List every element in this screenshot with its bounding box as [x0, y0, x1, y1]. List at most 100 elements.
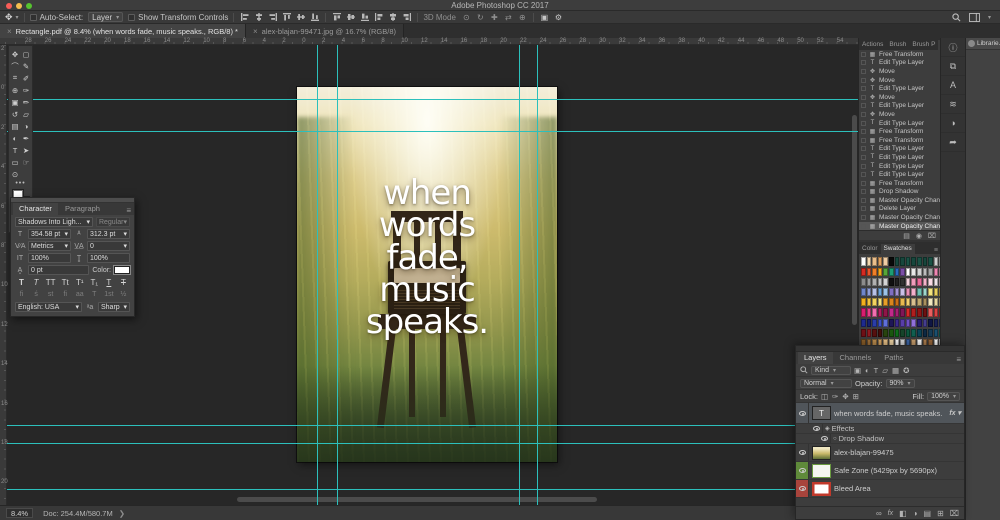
move-tool[interactable]: ✥ — [10, 48, 21, 60]
eye-cell[interactable] — [796, 444, 809, 461]
layer-filter-icon-5[interactable]: ▦ — [892, 366, 899, 375]
align-vcenter-icon[interactable] — [295, 12, 306, 22]
libraries-header[interactable]: Librarie... — [966, 38, 1000, 50]
eye-cell[interactable] — [810, 424, 823, 433]
history-source-box[interactable] — [861, 224, 866, 229]
tab-brush-p[interactable]: Brush P — [909, 40, 938, 50]
history-source-box[interactable] — [861, 129, 866, 134]
dist-bottom-icon[interactable] — [359, 12, 370, 22]
collapsed-panel-icon-3[interactable]: A — [941, 76, 965, 95]
history-step[interactable]: ▦Free Transform — [859, 136, 940, 145]
color-swatch[interactable] — [867, 288, 872, 296]
color-swatch[interactable] — [889, 288, 894, 296]
adjustment-layer-icon[interactable]: ◑ — [913, 509, 918, 518]
history-step[interactable]: ✥Move — [859, 93, 940, 102]
color-swatch[interactable] — [889, 268, 894, 276]
layer-row[interactable]: Safe Zone (5429px by 5690px) — [796, 462, 964, 480]
history-source-box[interactable] — [861, 155, 866, 160]
history-step[interactable]: TEdit Type Layer — [859, 119, 940, 128]
color-swatch[interactable] — [895, 257, 900, 265]
eye-cell[interactable] — [796, 403, 809, 423]
color-swatch[interactable] — [923, 308, 928, 316]
history-step[interactable]: ✥Move — [859, 76, 940, 85]
color-swatch[interactable] — [917, 288, 922, 296]
align-bottom-icon[interactable] — [309, 12, 320, 22]
color-swatch[interactable] — [861, 257, 866, 265]
history-source-box[interactable] — [861, 95, 866, 100]
baseline-shift-field[interactable]: 0 pt — [28, 265, 89, 275]
history-source-box[interactable] — [861, 172, 866, 177]
color-swatch[interactable] — [878, 288, 883, 296]
color-swatch[interactable] — [872, 268, 877, 276]
pencil-tool[interactable]: ✏ — [21, 96, 32, 108]
color-swatch[interactable] — [911, 257, 916, 265]
color-swatch[interactable] — [883, 268, 888, 276]
color-swatch[interactable] — [889, 329, 894, 337]
color-swatch[interactable] — [867, 329, 872, 337]
color-swatch[interactable] — [928, 319, 933, 327]
font-style-dropdown[interactable]: Regular▾ — [96, 217, 130, 227]
color-swatch[interactable] — [895, 319, 900, 327]
layer-thumbnail[interactable] — [812, 482, 831, 496]
color-swatch[interactable] — [917, 329, 922, 337]
color-swatch[interactable] — [872, 298, 877, 306]
color-swatch[interactable] — [878, 268, 883, 276]
tab-paragraph[interactable]: Paragraph — [59, 203, 106, 215]
collapsed-panel-icon-6[interactable]: ➦ — [941, 133, 965, 152]
dodge-tool[interactable]: ◐ — [10, 132, 21, 144]
color-swatch[interactable] — [928, 288, 933, 296]
color-swatch[interactable] — [928, 329, 933, 337]
guide-vertical[interactable] — [337, 45, 338, 505]
status-options-arrow[interactable]: ❯ — [119, 509, 125, 518]
color-swatch[interactable] — [867, 298, 872, 306]
color-swatch[interactable] — [878, 298, 883, 306]
color-swatch[interactable] — [917, 268, 922, 276]
horizontal-scrollbar[interactable] — [7, 497, 858, 502]
history-step[interactable]: TEdit Type Layer — [859, 162, 940, 171]
workspace-switcher-icon[interactable] — [969, 13, 980, 22]
color-swatch[interactable] — [895, 288, 900, 296]
color-swatch[interactable] — [861, 288, 866, 296]
3d-mode-icon-4[interactable]: ⇄ — [503, 12, 514, 22]
history-source-box[interactable] — [861, 112, 866, 117]
history-step[interactable]: ▦Delete Layer — [859, 205, 940, 214]
color-swatch[interactable] — [911, 308, 916, 316]
guide-horizontal[interactable] — [7, 489, 858, 490]
type-style-button-7[interactable]: T — [103, 277, 114, 287]
history-source-box[interactable] — [861, 69, 866, 74]
history-source-box[interactable] — [861, 78, 866, 83]
color-swatch[interactable] — [934, 298, 939, 306]
color-swatch[interactable] — [867, 319, 872, 327]
color-swatch[interactable] — [928, 278, 933, 286]
history-source-box[interactable] — [861, 215, 866, 220]
color-swatch[interactable] — [928, 268, 933, 276]
tab-swatches[interactable]: Swatches — [881, 244, 915, 254]
history-step[interactable]: ▦Master Opacity Change — [859, 213, 940, 222]
color-swatch[interactable] — [911, 329, 916, 337]
visibility-eye-icon[interactable] — [799, 486, 806, 491]
layer-thumbnail[interactable] — [812, 446, 831, 460]
color-swatch[interactable] — [889, 257, 894, 265]
tab-layers[interactable]: Layers — [798, 352, 833, 364]
search-icon[interactable] — [952, 13, 961, 22]
color-swatch[interactable] — [900, 278, 905, 286]
language-dropdown[interactable]: English: USA▾ — [15, 302, 82, 312]
vertical-scroll-thumb[interactable] — [852, 115, 857, 325]
color-swatch[interactable] — [928, 308, 933, 316]
color-swatch[interactable] — [861, 278, 866, 286]
collapsed-panel-icon-2[interactable]: ⧉ — [941, 57, 965, 76]
color-swatch[interactable] — [867, 308, 872, 316]
3d-mode-icon-2[interactable]: ↻ — [475, 12, 486, 22]
color-swatch[interactable] — [917, 319, 922, 327]
color-swatch[interactable] — [872, 329, 877, 337]
guide-horizontal[interactable] — [7, 99, 858, 100]
visibility-eye-icon[interactable] — [813, 426, 820, 431]
align-right-icon[interactable] — [267, 12, 278, 22]
color-swatch[interactable] — [934, 268, 939, 276]
horizontal-scroll-thumb[interactable] — [237, 497, 597, 502]
blur-tool[interactable]: ◑ — [21, 120, 32, 132]
color-swatch[interactable] — [900, 268, 905, 276]
color-swatch[interactable] — [923, 319, 928, 327]
crop-tool[interactable]: ⌗ — [10, 72, 21, 84]
lock-icon-2[interactable]: ✑ — [832, 392, 838, 401]
